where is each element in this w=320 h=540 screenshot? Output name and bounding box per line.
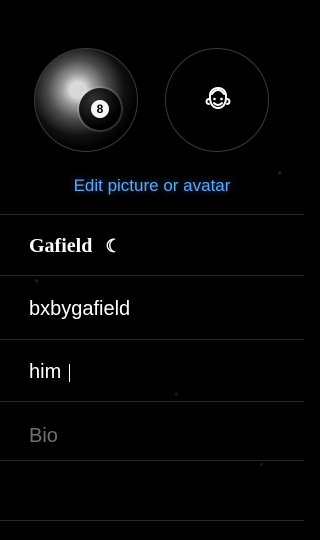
bio-placeholder: Bio <box>29 425 58 447</box>
profile-photo[interactable]: 8 <box>34 48 138 152</box>
crescent-moon-icon: ☾ <box>105 236 122 256</box>
text-cursor <box>68 363 70 382</box>
divider <box>0 520 304 521</box>
pronouns-text: him <box>29 361 62 383</box>
divider <box>0 339 304 340</box>
name-field[interactable]: Gafield ☾ <box>29 234 284 258</box>
username-text: bxbygafield <box>29 298 131 320</box>
divider <box>0 275 304 276</box>
memoji-face-icon <box>205 86 231 110</box>
edit-picture-link[interactable]: Edit picture or avatar <box>0 176 304 196</box>
memoji-avatar[interactable] <box>165 48 269 152</box>
ball-number-badge: 8 <box>91 100 109 118</box>
name-text: Gafield <box>29 235 93 257</box>
username-field[interactable]: bxbygafield <box>29 297 284 321</box>
bio-field[interactable]: Bio <box>29 424 284 448</box>
avatar-selector: 8 <box>0 48 304 156</box>
pronouns-field[interactable]: him <box>29 360 284 384</box>
divider <box>0 460 304 461</box>
divider <box>0 214 304 215</box>
divider <box>0 401 304 402</box>
billiard-ball-icon: 8 <box>79 88 121 130</box>
